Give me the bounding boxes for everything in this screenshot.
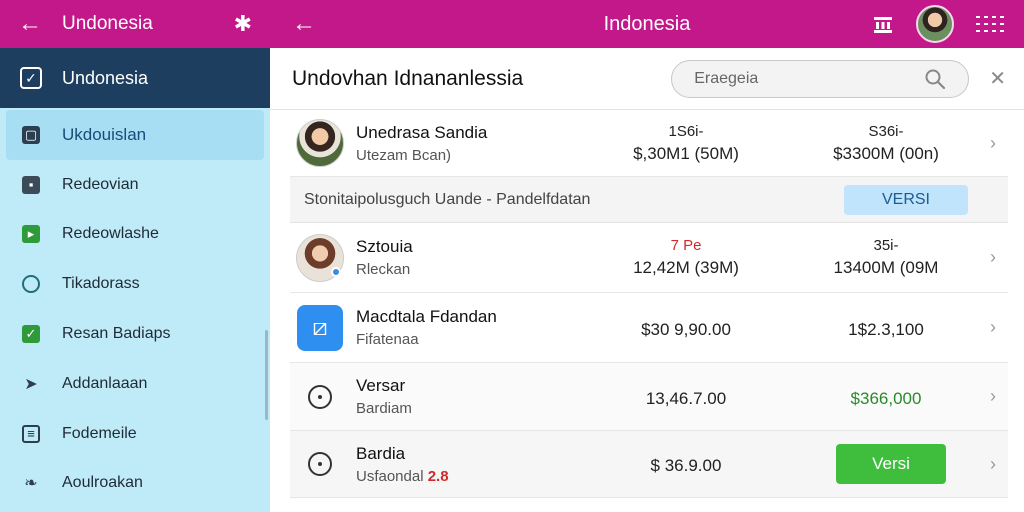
row-name: Macdtala Fdandan bbox=[356, 307, 497, 326]
sidebar-account[interactable]: ✓ Undonesia bbox=[0, 48, 270, 108]
sidebar-item-label: Redeovian bbox=[62, 175, 139, 193]
document-icon: ≡ bbox=[22, 424, 40, 443]
list-row[interactable]: Unedrasa Sandia Utezam Bcan) 1S6i- $,30M… bbox=[290, 110, 1008, 177]
sidebar-list: ▢ Ukdouislan ▪ Redeovian ▸ Redeowlashe T… bbox=[0, 108, 270, 508]
row-subtitle: Fifatenaa bbox=[356, 331, 419, 348]
row-subtitle: Bardiam bbox=[356, 400, 412, 417]
sidebar-item-label: Resan Badiaps bbox=[62, 325, 171, 343]
chat-icon bbox=[308, 452, 332, 476]
row-value: 1$2.3,100 bbox=[848, 319, 924, 339]
list-row[interactable]: Sztouia Rleckan 7 Pe 12,42M (39M) 35i- 1… bbox=[290, 223, 1008, 293]
sidebar-item-addanlaaan[interactable]: ➤ Addanlaaan bbox=[0, 359, 270, 409]
sidebar-item-label: Fodemeile bbox=[62, 424, 137, 442]
search-icon bbox=[925, 69, 946, 89]
row-value: 13,46.7.00 bbox=[645, 388, 727, 408]
row-value: $30 9,90.00 bbox=[641, 319, 731, 339]
back-arrow-icon[interactable]: ← bbox=[292, 10, 316, 38]
row-value: $366,000 bbox=[850, 388, 922, 408]
sidebar-title: Undonesia bbox=[62, 13, 153, 34]
chevron-right-icon[interactable]: › bbox=[990, 386, 996, 407]
chevron-right-icon[interactable]: › bbox=[990, 317, 996, 338]
versi-button[interactable]: Versi bbox=[836, 444, 946, 484]
row-value-small: 35i- bbox=[873, 237, 899, 254]
avatar[interactable] bbox=[916, 5, 954, 43]
person-photo bbox=[296, 233, 344, 282]
chat-icon bbox=[308, 384, 332, 409]
row-thumb bbox=[296, 440, 344, 488]
row-thumb bbox=[296, 373, 344, 421]
sidebar-item-fodemeile[interactable]: ≡ Fodemeile bbox=[0, 409, 270, 459]
app-thumb: ⧄ bbox=[296, 304, 344, 352]
row-value-small: 7 Pe bbox=[670, 237, 702, 254]
folder-check-icon: ✓ bbox=[22, 325, 40, 344]
sidebar-item-ukdouislan[interactable]: ▢ Ukdouislan bbox=[6, 110, 264, 160]
search-icon bbox=[22, 275, 40, 294]
gear-icon[interactable]: ✱ bbox=[234, 11, 252, 37]
list-row[interactable]: Versar Bardiam 13,46.7.00 $366,000 › bbox=[290, 363, 1008, 431]
sidebar-item-tikadorass[interactable]: Tikadorass bbox=[0, 259, 270, 309]
back-arrow-icon[interactable]: ← bbox=[18, 10, 62, 38]
close-icon[interactable]: ✕ bbox=[989, 66, 1006, 91]
menu-icon[interactable] bbox=[976, 16, 1004, 32]
row-value-small: S36i- bbox=[868, 122, 904, 140]
section-title: Undovhan Idnananlessia bbox=[292, 66, 524, 90]
row-name: Unedrasa Sandia bbox=[356, 122, 488, 142]
check-square-icon: ✓ bbox=[20, 67, 42, 89]
app-icon: ⧄ bbox=[297, 304, 343, 351]
send-icon: ➤ bbox=[24, 375, 38, 393]
sidebar-item-label: Aoulroakan bbox=[62, 474, 143, 492]
versi-button[interactable]: VERSI bbox=[844, 184, 968, 215]
sidebar: ← Undonesia ✱ ✓ Undonesia ▢ Ukdouislan ▪… bbox=[0, 0, 270, 512]
sidebar-item-label: Ukdouislan bbox=[62, 124, 147, 144]
sidebar-header: ← Undonesia ✱ bbox=[0, 0, 270, 48]
row-value: $ 36.9.00 bbox=[650, 456, 722, 475]
chevron-right-icon[interactable]: › bbox=[990, 247, 996, 268]
online-status-icon bbox=[331, 266, 341, 277]
sidebar-scrollbar[interactable] bbox=[265, 330, 268, 420]
list-row[interactable]: Bardia Usfaondal 2.8 $ 36.9.00 Versi › bbox=[290, 431, 1008, 498]
list-row[interactable]: ⧄ Macdtala Fdandan Fifatenaa $30 9,90.00… bbox=[290, 293, 1008, 363]
info-banner: Stonitaipolusguch Uande - Pandelfdatan V… bbox=[290, 177, 1008, 223]
row-value: 12,42M (39M) bbox=[633, 258, 739, 277]
flag-icon: ▸ bbox=[22, 225, 40, 244]
row-badge: 2.8 bbox=[427, 467, 449, 485]
row-value: $3300M (00n) bbox=[833, 143, 939, 163]
chevron-right-icon[interactable]: › bbox=[990, 133, 996, 154]
card-icon: ▢ bbox=[22, 125, 40, 144]
row-name: Sztouia bbox=[356, 237, 413, 256]
search-input[interactable]: Eraegeia bbox=[694, 70, 924, 88]
row-name: Bardia bbox=[356, 443, 406, 463]
row-value-small: 1S6i- bbox=[668, 122, 704, 140]
main-panel: ← Indonesia Undovhan Idnananlessia Eraeg… bbox=[270, 0, 1024, 512]
sidebar-item-resan-badiaps[interactable]: ✓ Resan Badiaps bbox=[0, 309, 270, 359]
top-bar: ← Indonesia bbox=[270, 0, 1024, 48]
banner-text: Stonitaipolusguch Uande - Pandelfdatan bbox=[304, 190, 591, 208]
sidebar-item-label: Addanlaaan bbox=[62, 374, 148, 392]
sidebar-item-redeowlashe[interactable]: ▸ Redeowlashe bbox=[0, 210, 270, 260]
sidebar-account-label: Undonesia bbox=[62, 67, 149, 88]
sidebar-item-redeovian[interactable]: ▪ Redeovian bbox=[0, 160, 270, 210]
content-header: Undovhan Idnananlessia Eraegeia ✕ bbox=[270, 48, 1024, 110]
row-subtitle: Rleckan bbox=[356, 261, 411, 278]
sidebar-item-label: Redeowlashe bbox=[62, 225, 159, 243]
row-value: 13400M (09M bbox=[833, 258, 939, 277]
chevron-right-icon[interactable]: › bbox=[990, 454, 996, 475]
bank-icon[interactable] bbox=[872, 13, 894, 35]
person-photo bbox=[296, 119, 344, 167]
row-subtitle: Usfaondal bbox=[356, 467, 424, 485]
search-field[interactable]: Eraegeia bbox=[671, 59, 970, 98]
row-value: $,30M1 (50M) bbox=[633, 143, 739, 163]
leaf-icon: ❧ bbox=[24, 475, 38, 493]
sidebar-item-aoulroakan[interactable]: ❧ Aoulroakan bbox=[0, 459, 270, 509]
sidebar-item-label: Tikadorass bbox=[62, 275, 140, 293]
row-name: Versar bbox=[356, 376, 406, 395]
row-subtitle: Utezam Bcan) bbox=[356, 146, 452, 164]
chart-icon: ▪ bbox=[22, 175, 40, 194]
